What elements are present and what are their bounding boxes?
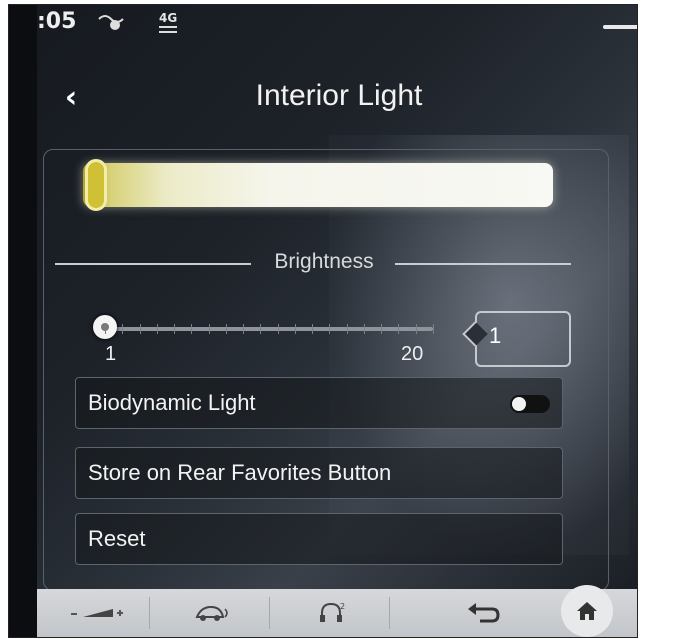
- page-title: Interior Light: [255, 79, 423, 112]
- slider-tick: [139, 324, 141, 334]
- minimize-icon[interactable]: [603, 25, 637, 29]
- navigation-status-icon: [95, 9, 125, 40]
- driver-assist-icon[interactable]: [167, 589, 257, 637]
- slider-tick: [191, 324, 193, 334]
- back-button[interactable]: ‹: [51, 75, 91, 119]
- chevron-left-icon: ‹: [64, 79, 78, 115]
- store-favorites-label: Store on Rear Favorites Button: [88, 460, 392, 485]
- slider-tick: [398, 324, 400, 334]
- back-arrow-icon[interactable]: [439, 589, 529, 637]
- slider-tick: [363, 324, 365, 334]
- device-screen: :05 4G ‹ Interior Light Brightness 1 20 …: [8, 4, 638, 638]
- home-icon: [577, 602, 597, 620]
- slider-tick: [329, 324, 331, 334]
- volume-icon[interactable]: [57, 589, 137, 637]
- store-favorites-button[interactable]: Store on Rear Favorites Button: [75, 447, 563, 499]
- slider-tick: [174, 324, 176, 334]
- svg-text:2: 2: [340, 602, 345, 611]
- brightness-value-box: 1: [475, 311, 571, 367]
- slider-tick: [225, 324, 227, 334]
- slider-tick: [433, 324, 434, 334]
- brightness-value: 1: [489, 323, 502, 348]
- home-button[interactable]: [561, 585, 613, 637]
- slider-tick: [260, 324, 262, 334]
- network-4g-icon: 4G: [159, 11, 181, 35]
- separator: [149, 597, 150, 629]
- slider-tick: [312, 324, 314, 334]
- separator: [269, 597, 270, 629]
- slider-tick: [294, 324, 296, 334]
- bottom-bar: 2: [37, 585, 637, 637]
- biodynamic-light-toggle[interactable]: [510, 395, 550, 413]
- status-time: :05: [37, 9, 77, 34]
- slider-tick: [381, 324, 383, 334]
- reset-button[interactable]: Reset: [75, 513, 563, 565]
- color-selector-handle[interactable]: [85, 159, 107, 211]
- divider-right: [395, 263, 571, 265]
- brightness-slider[interactable]: [105, 327, 433, 331]
- slider-tick: [277, 324, 279, 334]
- slider-tick: [243, 324, 245, 334]
- biodynamic-light-label: Biodynamic Light: [88, 390, 256, 415]
- slider-tick: [208, 324, 210, 334]
- separator: [389, 597, 390, 629]
- slider-tick: [122, 324, 124, 334]
- slider-max-label: 20: [401, 343, 424, 365]
- slider-tick: [415, 324, 417, 334]
- ambient-color-bar[interactable]: [83, 163, 553, 207]
- brightness-label: Brightness: [274, 250, 374, 273]
- slider-min-label: 1: [105, 343, 117, 365]
- headphones-icon[interactable]: 2: [287, 589, 377, 637]
- slider-tick: [346, 324, 348, 334]
- divider-left: [55, 263, 251, 265]
- reset-label: Reset: [88, 526, 146, 551]
- slider-tick: [156, 324, 158, 334]
- slider-tick: [105, 324, 106, 334]
- biodynamic-light-row[interactable]: Biodynamic Light: [75, 377, 563, 429]
- network-label: 4G: [159, 11, 178, 25]
